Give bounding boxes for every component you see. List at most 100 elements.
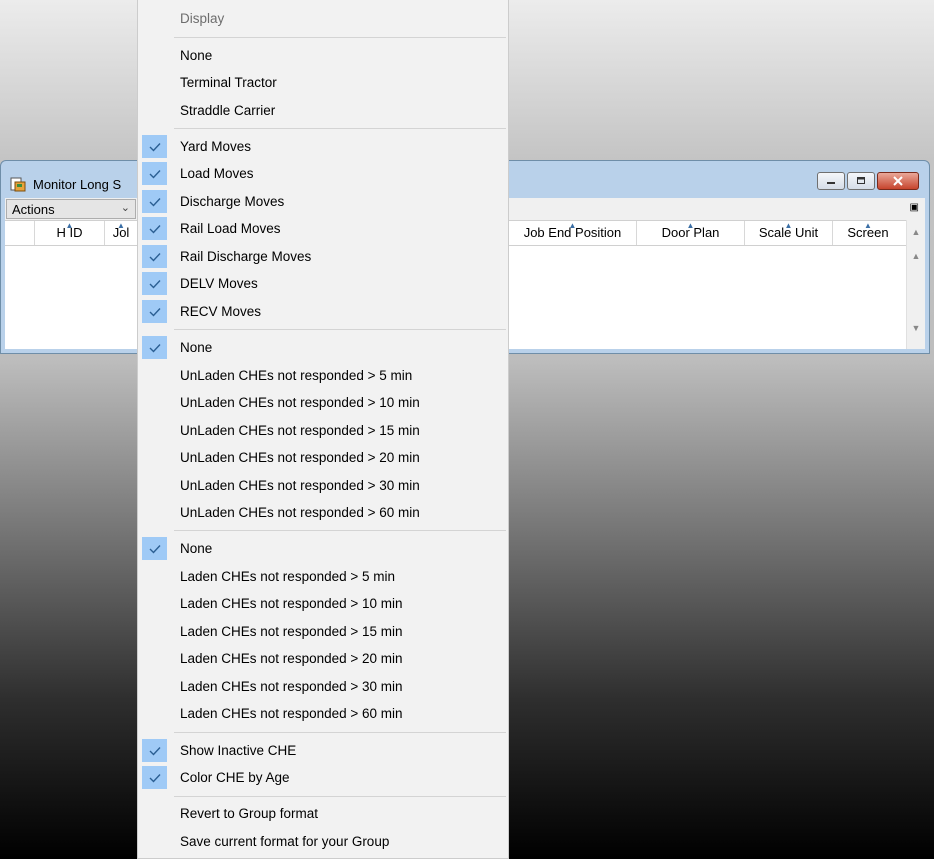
menu-item-label: Yard Moves: [180, 139, 252, 154]
menu-item-label: None: [180, 340, 213, 355]
menu-item-rail-discharge-moves[interactable]: Rail Discharge Moves: [138, 243, 508, 270]
sort-indicator-icon: ▲: [568, 221, 577, 230]
sort-indicator-icon: ▲: [117, 221, 125, 230]
menu-item-laden-15-min[interactable]: Laden CHEs not responded > 15 min: [138, 618, 508, 645]
menu-item-laden-10-min[interactable]: Laden CHEs not responded > 10 min: [138, 590, 508, 617]
scroll-down-icon[interactable]: ▼: [908, 320, 924, 336]
menu-item-unladen-5-min[interactable]: UnLaden CHEs not responded > 5 min: [138, 362, 508, 389]
menu-item-discharge-moves[interactable]: Discharge Moves: [138, 188, 508, 215]
checkmark-icon: [142, 300, 167, 323]
menu-item-label: UnLaden CHEs not responded > 5 min: [180, 368, 413, 383]
menu-item-yard-moves[interactable]: Yard Moves: [138, 133, 508, 160]
menu-item-label: Laden CHEs not responded > 60 min: [180, 706, 403, 721]
column-header-scale-unit[interactable]: ▲ Scale Unit: [745, 221, 833, 245]
menu-item-label: Laden CHEs not responded > 20 min: [180, 651, 403, 666]
menu-item-label: Save current format for your Group: [180, 834, 390, 849]
menu-item-save-group-format[interactable]: Save current format for your Group: [138, 828, 508, 855]
menu-item-revert-group-format[interactable]: Revert to Group format: [138, 800, 508, 827]
menu-item-laden-none[interactable]: None: [138, 535, 508, 562]
actions-label: Actions: [12, 202, 55, 217]
menu-item-label: Color CHE by Age: [180, 770, 290, 785]
column-header-job[interactable]: ▲ Jol: [105, 221, 138, 245]
panel-restore-icon[interactable]: ▣: [910, 202, 919, 213]
checkmark-icon: [142, 336, 167, 359]
checkmark-icon: [142, 135, 167, 158]
checkmark-icon: [142, 537, 167, 560]
menu-item-label: Laden CHEs not responded > 5 min: [180, 569, 396, 584]
menu-header-display: Display: [138, 5, 508, 32]
scroll-top-icon[interactable]: ▲: [908, 224, 924, 240]
menu-item-label: Show Inactive CHE: [180, 743, 297, 758]
menu-separator: [174, 128, 506, 129]
menu-separator: [174, 732, 506, 733]
menu-item-show-inactive-che[interactable]: Show Inactive CHE: [138, 737, 508, 764]
column-header-door-plan[interactable]: ▲ Door Plan: [637, 221, 745, 245]
maximize-button[interactable]: [847, 172, 875, 190]
menu-item-display-none[interactable]: None: [138, 42, 508, 69]
menu-item-unladen-none[interactable]: None: [138, 334, 508, 361]
menu-item-label: Laden CHEs not responded > 30 min: [180, 679, 403, 694]
scroll-up-icon[interactable]: ▲: [908, 248, 924, 264]
menu-item-unladen-15-min[interactable]: UnLaden CHEs not responded > 15 min: [138, 417, 508, 444]
menu-item-load-moves[interactable]: Load Moves: [138, 160, 508, 187]
close-button[interactable]: [877, 172, 919, 190]
close-icon: [893, 176, 903, 186]
checkmark-icon: [142, 272, 167, 295]
menu-item-label: Laden CHEs not responded > 15 min: [180, 624, 403, 639]
menu-item-terminal-tractor[interactable]: Terminal Tractor: [138, 69, 508, 96]
menu-item-laden-20-min[interactable]: Laden CHEs not responded > 20 min: [138, 645, 508, 672]
vertical-scrollbar[interactable]: ▲ ▲ ▼: [906, 220, 925, 349]
checkmark-icon: [142, 245, 167, 268]
sort-indicator-icon: ▲: [686, 221, 695, 230]
column-header-screen[interactable]: ▲ Screen: [833, 221, 903, 245]
column-header-hid[interactable]: ▲ H ID: [35, 221, 105, 245]
checkmark-icon: [142, 190, 167, 213]
chevron-down-icon: ⌄: [120, 202, 130, 214]
menu-item-label: UnLaden CHEs not responded > 60 min: [180, 505, 420, 520]
sort-indicator-icon: ▲: [65, 221, 74, 230]
context-menu: Display None Terminal Tractor Straddle C…: [137, 0, 509, 859]
menu-item-laden-5-min[interactable]: Laden CHEs not responded > 5 min: [138, 563, 508, 590]
menu-item-rail-load-moves[interactable]: Rail Load Moves: [138, 215, 508, 242]
menu-item-label: Laden CHEs not responded > 10 min: [180, 596, 403, 611]
window-title: Monitor Long S: [33, 177, 122, 192]
menu-item-laden-30-min[interactable]: Laden CHEs not responded > 30 min: [138, 673, 508, 700]
menu-item-label: RECV Moves: [180, 304, 262, 319]
restore-icon: [857, 177, 865, 184]
menu-item-unladen-30-min[interactable]: UnLaden CHEs not responded > 30 min: [138, 472, 508, 499]
menu-item-label: UnLaden CHEs not responded > 20 min: [180, 450, 420, 465]
menu-separator: [174, 796, 506, 797]
menu-separator: [174, 530, 506, 531]
menu-item-unladen-20-min[interactable]: UnLaden CHEs not responded > 20 min: [138, 444, 508, 471]
checkmark-icon: [142, 739, 167, 762]
menu-item-label: Straddle Carrier: [180, 103, 276, 118]
menu-item-label: UnLaden CHEs not responded > 10 min: [180, 395, 420, 410]
menu-item-label: Load Moves: [180, 166, 254, 181]
menu-separator: [174, 329, 506, 330]
menu-item-unladen-10-min[interactable]: UnLaden CHEs not responded > 10 min: [138, 389, 508, 416]
menu-item-delv-moves[interactable]: DELV Moves: [138, 270, 508, 297]
menu-item-label: None: [180, 541, 213, 556]
menu-item-recv-moves[interactable]: RECV Moves: [138, 298, 508, 325]
menu-item-color-che-by-age[interactable]: Color CHE by Age: [138, 764, 508, 791]
checkmark-icon: [142, 162, 167, 185]
menu-item-label: None: [180, 48, 213, 63]
menu-item-laden-60-min[interactable]: Laden CHEs not responded > 60 min: [138, 700, 508, 727]
checkmark-icon: [142, 217, 167, 240]
checkmark-icon: [142, 766, 167, 789]
minimize-icon: [827, 182, 835, 184]
menu-header-label: Display: [180, 11, 225, 26]
menu-item-straddle-carrier[interactable]: Straddle Carrier: [138, 97, 508, 124]
menu-item-label: Rail Load Moves: [180, 221, 281, 236]
menu-item-unladen-60-min[interactable]: UnLaden CHEs not responded > 60 min: [138, 499, 508, 526]
sort-indicator-icon: ▲: [864, 221, 872, 230]
column-header-job-end-position[interactable]: ▲ Job End Position: [509, 221, 637, 245]
sort-indicator-icon: ▲: [784, 221, 793, 230]
app-icon: [10, 176, 26, 192]
menu-item-label: Discharge Moves: [180, 194, 285, 209]
minimize-button[interactable]: [817, 172, 845, 190]
menu-item-label: DELV Moves: [180, 276, 258, 291]
menu-separator: [174, 37, 506, 38]
column-header-blank[interactable]: [5, 221, 35, 245]
menu-item-label: Revert to Group format: [180, 806, 319, 821]
